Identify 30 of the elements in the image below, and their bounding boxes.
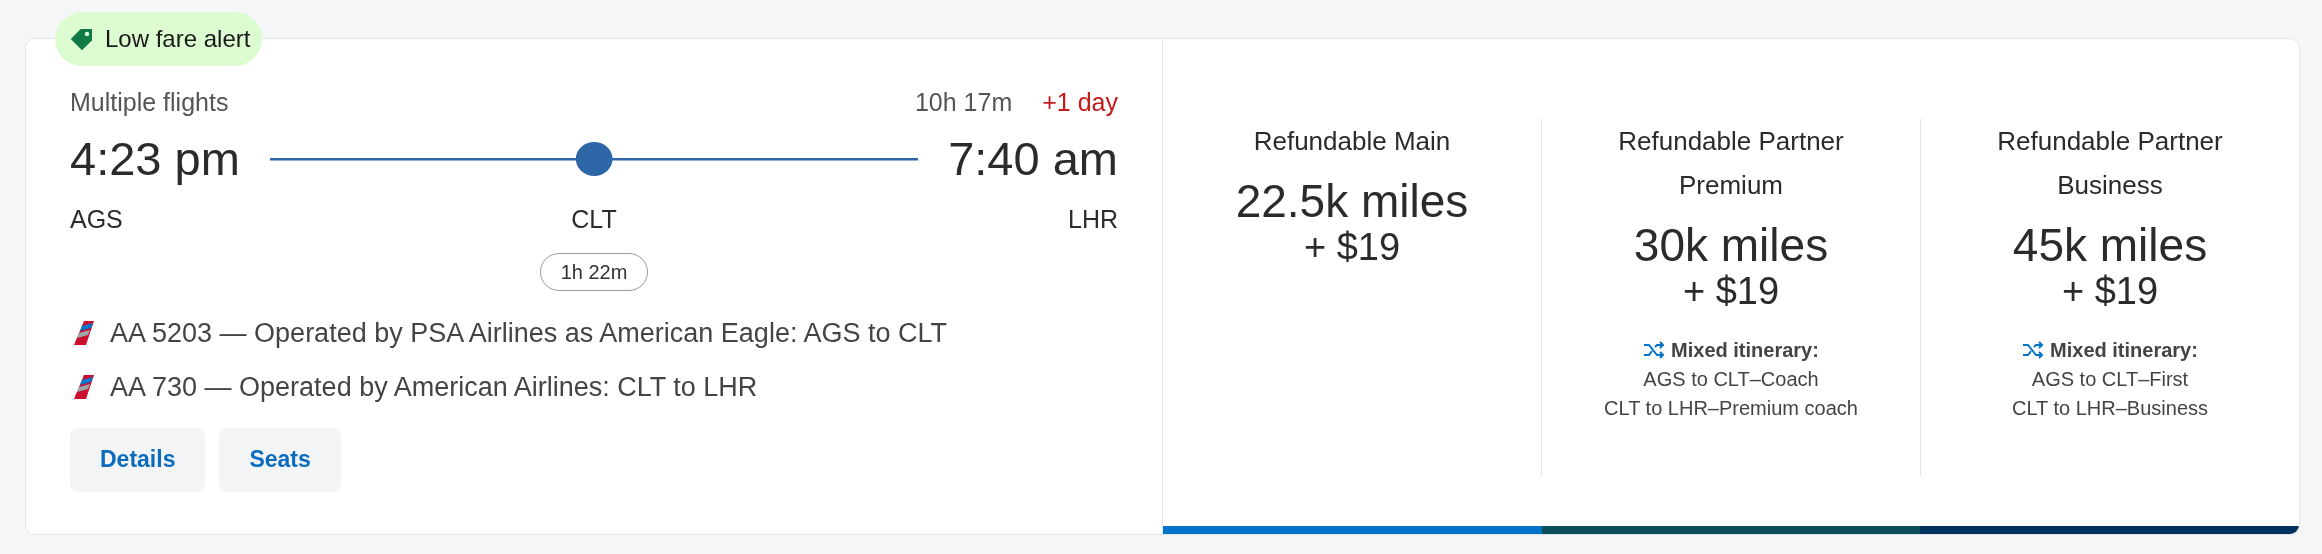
note-line: CLT to LHR–Premium coach [1604, 396, 1858, 421]
fare-miles: 22.5k miles [1235, 177, 1469, 225]
departure-time: 4:23 pm [70, 130, 240, 187]
trip-summary: Multiple flights [70, 87, 229, 119]
fare-fee: + $19 [1682, 269, 1780, 313]
note-title: Mixed itinerary: [1671, 338, 1819, 363]
note-line: AGS to CLT–First [2031, 367, 2189, 392]
card-button[interactable]: Seats [219, 427, 341, 492]
flight-description: AA 730 — Operated by American Airlines: CLT to LHR [110, 371, 758, 404]
badge-label: Low fare alert [105, 24, 251, 54]
shuffle-icon [1643, 341, 1666, 359]
departure-airport: AGS [70, 204, 124, 235]
fare-miles: 45k miles [2012, 221, 2208, 269]
fare-fee: + $19 [1303, 225, 1401, 269]
trip-duration: 10h 17m [914, 87, 1013, 119]
fare-name: Refundable Partner Premium [1617, 125, 1845, 202]
arrival-airport: LHR [1067, 204, 1118, 235]
fare-name: Refundable Main [1252, 125, 1452, 158]
card-button[interactable]: Details [70, 427, 206, 492]
note-line: CLT to LHR–Business [2012, 396, 2208, 421]
flight-description: AA 5203 — Operated by PSA Airlines as American Eagle: AGS to CLT [110, 316, 947, 350]
shuffle-icon [2022, 341, 2045, 359]
note-title: Mixed itinerary: [2050, 338, 2198, 363]
day-offset: +1 day [1042, 87, 1118, 119]
fare-miles: 30k miles [1633, 221, 1829, 269]
fare-fee: + $19 [2061, 269, 2159, 313]
stop-airport: CLT [571, 204, 617, 235]
arrival-time: 7:40 am [948, 130, 1118, 187]
note-line: AGS to CLT–Coach [1643, 367, 1819, 392]
fare-name: Refundable Partner Business [1996, 125, 2224, 202]
